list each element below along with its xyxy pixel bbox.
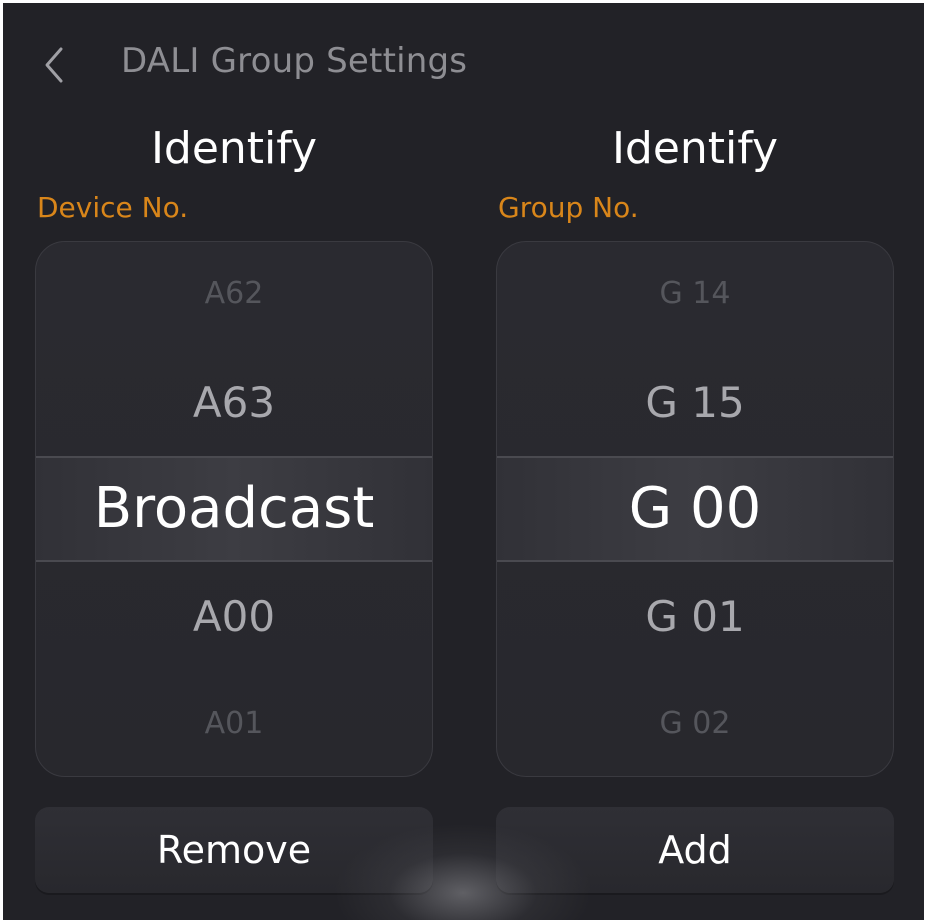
group-number-picker[interactable]: G 14 G 15 G 00 G 01 G 02 bbox=[496, 241, 894, 777]
picker-selected-option[interactable]: G 00 bbox=[497, 476, 893, 541]
picker-selected-option[interactable]: Broadcast bbox=[36, 476, 432, 541]
remove-button[interactable]: Remove bbox=[35, 807, 433, 893]
identify-device-button[interactable]: Identify bbox=[35, 123, 433, 174]
header: DALI Group Settings bbox=[3, 3, 924, 123]
picker-option[interactable]: A00 bbox=[36, 592, 432, 641]
picker-option[interactable]: A01 bbox=[36, 706, 432, 741]
identify-group-button[interactable]: Identify bbox=[496, 123, 894, 174]
picker-option[interactable]: G 02 bbox=[497, 706, 893, 741]
picker-option[interactable]: G 14 bbox=[497, 276, 893, 311]
dali-group-settings-screen: DALI Group Settings Identify Device No. … bbox=[3, 3, 924, 920]
picker-option[interactable]: A63 bbox=[36, 378, 432, 427]
device-number-label: Device No. bbox=[37, 191, 189, 224]
picker-option[interactable]: A62 bbox=[36, 276, 432, 311]
chevron-left-icon bbox=[45, 47, 63, 83]
back-button[interactable] bbox=[37, 43, 73, 87]
picker-option[interactable]: G 01 bbox=[497, 592, 893, 641]
group-number-label: Group No. bbox=[498, 191, 639, 224]
device-number-picker[interactable]: A62 A63 Broadcast A00 A01 bbox=[35, 241, 433, 777]
add-button[interactable]: Add bbox=[496, 807, 894, 893]
page-title: DALI Group Settings bbox=[121, 41, 468, 81]
picker-option[interactable]: G 15 bbox=[497, 378, 893, 427]
